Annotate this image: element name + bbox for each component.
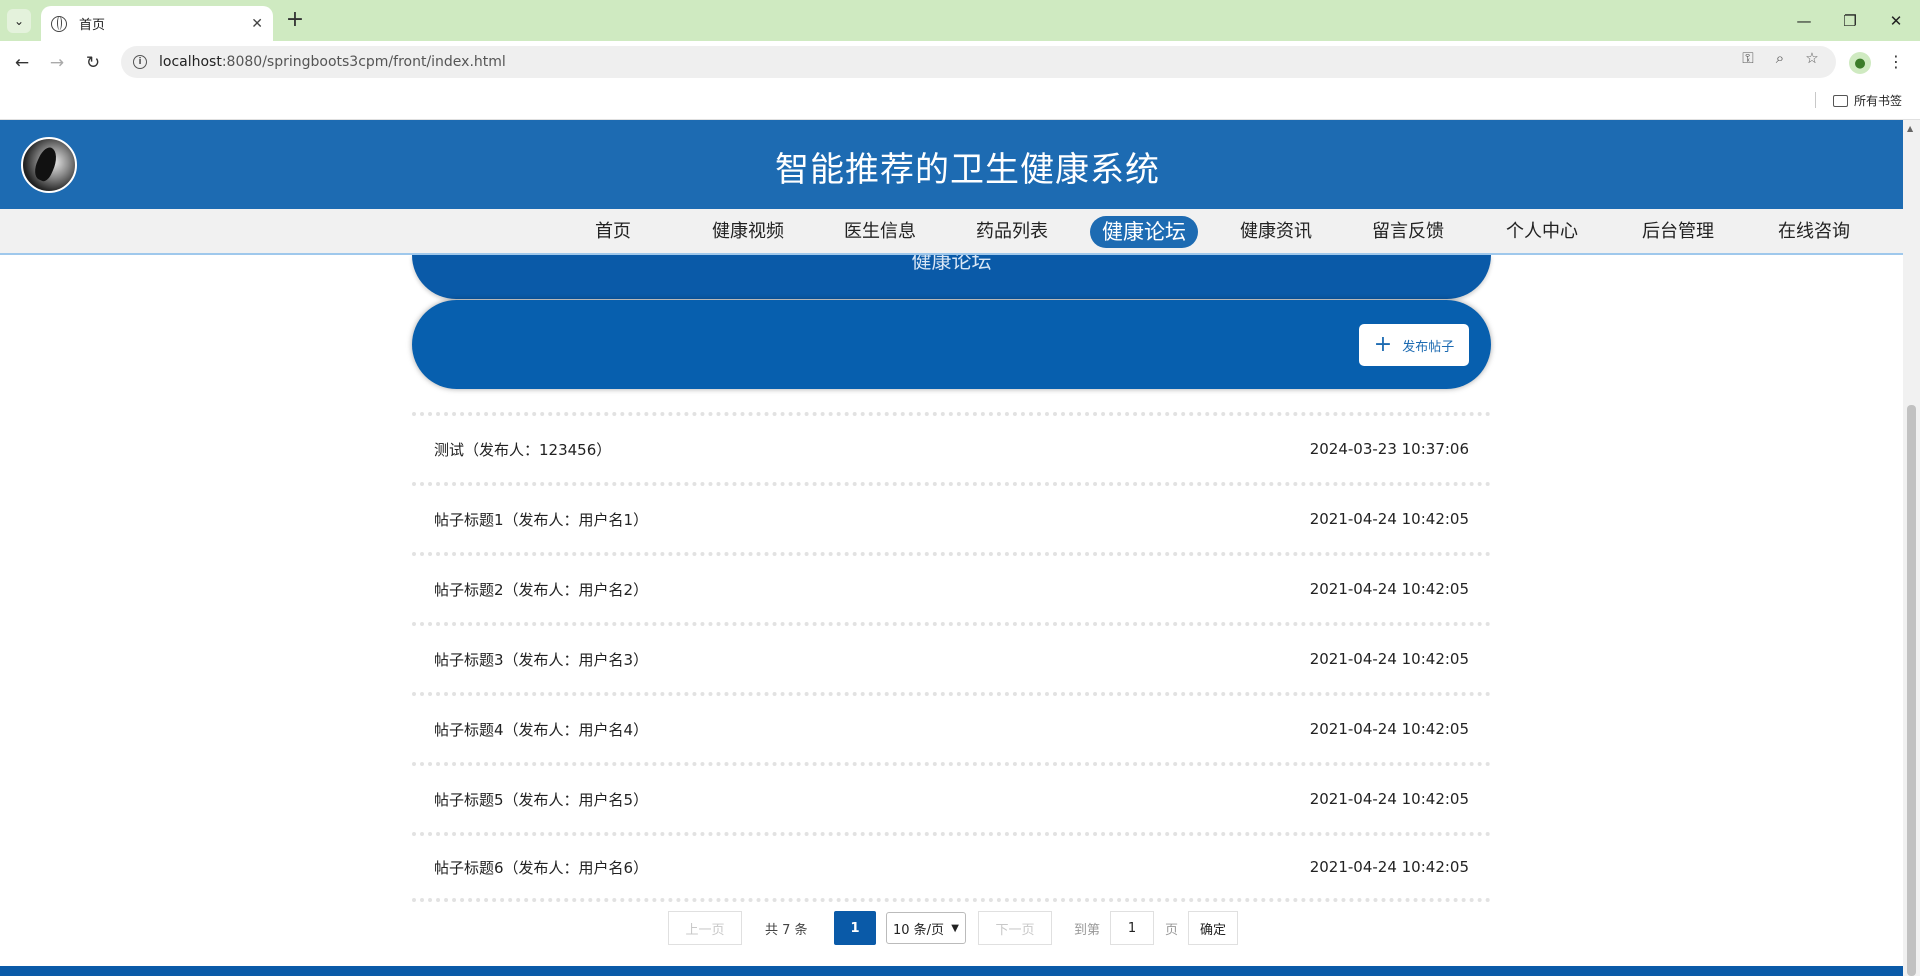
post-time: 2021-04-24 10:42:05 bbox=[1309, 858, 1469, 876]
post-row[interactable]: 测试（发布人：123456） 2024-03-23 10:37:06 bbox=[412, 412, 1491, 482]
bookmarks-bar: 所有书签 bbox=[0, 83, 1920, 120]
post-title[interactable]: 帖子标题3（发布人：用户名3） bbox=[434, 649, 648, 670]
tab-search-chevron-icon[interactable]: ⌄ bbox=[7, 9, 31, 33]
current-page-button[interactable]: 1 bbox=[834, 911, 876, 945]
goto-prefix: 到第 bbox=[1074, 922, 1101, 938]
page-size-value: 10 条/页 bbox=[893, 922, 945, 938]
post-time: 2021-04-24 10:42:05 bbox=[1309, 790, 1469, 808]
post-row[interactable]: 帖子标题5（发布人：用户名5） 2021-04-24 10:42:05 bbox=[412, 762, 1491, 832]
forward-arrow-icon[interactable]: → bbox=[43, 49, 71, 77]
post-title[interactable]: 帖子标题1（发布人：用户名1） bbox=[434, 509, 648, 530]
all-bookmarks-folder[interactable]: 所有书签 bbox=[1833, 92, 1902, 109]
nav-item[interactable]: 药品列表 bbox=[959, 216, 1065, 248]
nav-item[interactable]: 后台管理 bbox=[1625, 216, 1731, 248]
post-time: 2021-04-24 10:42:05 bbox=[1309, 510, 1469, 528]
post-time: 2021-04-24 10:42:05 bbox=[1309, 580, 1469, 598]
scrollbar-thumb[interactable] bbox=[1907, 405, 1916, 976]
restore-icon[interactable]: ❐ bbox=[1827, 0, 1873, 41]
post-title[interactable]: 帖子标题4（发布人：用户名4） bbox=[434, 719, 648, 740]
browser-menu-icon[interactable]: ⋮ bbox=[1888, 52, 1904, 71]
post-row[interactable]: 帖子标题3（发布人：用户名3） 2021-04-24 10:42:05 bbox=[412, 622, 1491, 692]
window-close-icon[interactable]: ✕ bbox=[1873, 0, 1919, 41]
pagination: 上一页 共 7 条 1 10 条/页 ▼ 下一页 到第 1 页 确定 bbox=[668, 911, 1239, 945]
post-row[interactable]: 帖子标题2（发布人：用户名2） 2021-04-24 10:42:05 bbox=[412, 552, 1491, 622]
nav-item[interactable]: 留言反馈 bbox=[1355, 216, 1461, 248]
footer-bar bbox=[0, 966, 1903, 976]
main-navigation: 首页 健康视频 医生信息 药品列表 健康论坛 健康资讯 留言反馈 个人中心 后台管理 在线咨询 bbox=[0, 209, 1903, 255]
site-header: 智能推荐的卫生健康系统 bbox=[0, 120, 1903, 209]
reload-icon[interactable]: ↻ bbox=[79, 49, 107, 77]
nav-item[interactable]: 首页 bbox=[573, 216, 653, 248]
password-key-icon[interactable]: ⚿ bbox=[1738, 48, 1758, 68]
url-text: localhost:8080/springboots3cpm/front/ind… bbox=[159, 54, 506, 70]
page-viewport: 健康论坛 + 发布帖子 测试（发布人：123456） 2024-03-23 10:… bbox=[0, 120, 1920, 976]
next-page-button[interactable]: 下一页 bbox=[978, 911, 1052, 945]
page-size-select[interactable]: 10 条/页 ▼ bbox=[886, 912, 966, 944]
post-row[interactable]: 帖子标题1（发布人：用户名1） 2021-04-24 10:42:05 bbox=[412, 482, 1491, 552]
plus-icon: + bbox=[1373, 332, 1393, 357]
publish-post-label: 发布帖子 bbox=[1402, 339, 1455, 355]
back-arrow-icon[interactable]: ← bbox=[8, 49, 36, 77]
post-title[interactable]: 帖子标题2（发布人：用户名2） bbox=[434, 579, 648, 600]
tab-close-icon[interactable]: ✕ bbox=[251, 16, 263, 32]
nav-item[interactable]: 健康视频 bbox=[695, 216, 801, 248]
section-heading-banner: 健康论坛 bbox=[412, 255, 1491, 299]
post-time: 2021-04-24 10:42:05 bbox=[1309, 650, 1469, 668]
globe-icon bbox=[51, 15, 67, 32]
nav-item[interactable]: 在线咨询 bbox=[1761, 216, 1867, 248]
chevron-down-icon: ▼ bbox=[951, 922, 959, 934]
post-list: 测试（发布人：123456） 2024-03-23 10:37:06 帖子标题1（发… bbox=[412, 412, 1491, 902]
tab-title: 首页 bbox=[79, 18, 106, 33]
post-title[interactable]: 帖子标题5（发布人：用户名5） bbox=[434, 789, 648, 810]
post-title[interactable]: 测试（发布人：123456） bbox=[434, 439, 611, 460]
browser-tab-strip: ⌄ 首页 ✕ + — ❐ ✕ bbox=[0, 0, 1920, 41]
bookmarks-divider bbox=[1815, 92, 1816, 108]
total-count: 共 7 条 bbox=[765, 922, 808, 938]
bookmark-star-icon[interactable]: ☆ bbox=[1802, 48, 1822, 68]
scroll-up-arrow-icon[interactable]: ▲ bbox=[1907, 124, 1913, 133]
url-host: localhost bbox=[159, 54, 222, 70]
page-scrollbar[interactable]: ▲ bbox=[1903, 120, 1920, 976]
nav-item[interactable]: 个人中心 bbox=[1489, 216, 1595, 248]
minimize-icon[interactable]: — bbox=[1781, 0, 1827, 41]
site-info-icon[interactable]: i bbox=[133, 55, 147, 69]
zoom-icon[interactable]: ⌕ bbox=[1770, 48, 1790, 68]
prev-page-button[interactable]: 上一页 bbox=[668, 911, 742, 945]
post-title[interactable]: 帖子标题6（发布人：用户名6） bbox=[434, 857, 648, 878]
post-row[interactable]: 帖子标题6（发布人：用户名6） 2021-04-24 10:42:05 bbox=[412, 832, 1491, 902]
browser-toolbar: ← → ↻ i localhost:8080/springboots3cpm/f… bbox=[0, 41, 1920, 83]
url-path: :8080/springboots3cpm/front/index.html bbox=[221, 54, 506, 70]
post-time: 2024-03-23 10:37:06 bbox=[1309, 440, 1469, 458]
address-bar[interactable]: i localhost:8080/springboots3cpm/front/i… bbox=[121, 46, 1836, 78]
nav-item[interactable]: 医生信息 bbox=[827, 216, 933, 248]
profile-avatar-icon[interactable]: ● bbox=[1849, 52, 1871, 74]
all-bookmarks-label: 所有书签 bbox=[1854, 94, 1903, 108]
nav-item[interactable]: 健康资讯 bbox=[1223, 216, 1329, 248]
site-title: 智能推荐的卫生健康系统 bbox=[775, 150, 1160, 190]
goto-confirm-button[interactable]: 确定 bbox=[1188, 911, 1239, 945]
publish-post-button[interactable]: + 发布帖子 bbox=[1359, 324, 1469, 366]
goto-suffix: 页 bbox=[1165, 922, 1179, 938]
new-tab-plus-icon[interactable]: + bbox=[282, 6, 308, 32]
nav-item[interactable]: 健康论坛 bbox=[1090, 216, 1198, 248]
browser-tab[interactable]: 首页 ✕ bbox=[41, 6, 273, 41]
goto-page-input[interactable]: 1 bbox=[1110, 911, 1155, 945]
post-row[interactable]: 帖子标题4（发布人：用户名4） 2021-04-24 10:42:05 bbox=[412, 692, 1491, 762]
forum-action-bar: + 发布帖子 bbox=[412, 300, 1491, 389]
post-time: 2021-04-24 10:42:05 bbox=[1309, 720, 1469, 738]
folder-icon bbox=[1833, 94, 1848, 107]
section-heading: 健康论坛 bbox=[911, 255, 992, 273]
